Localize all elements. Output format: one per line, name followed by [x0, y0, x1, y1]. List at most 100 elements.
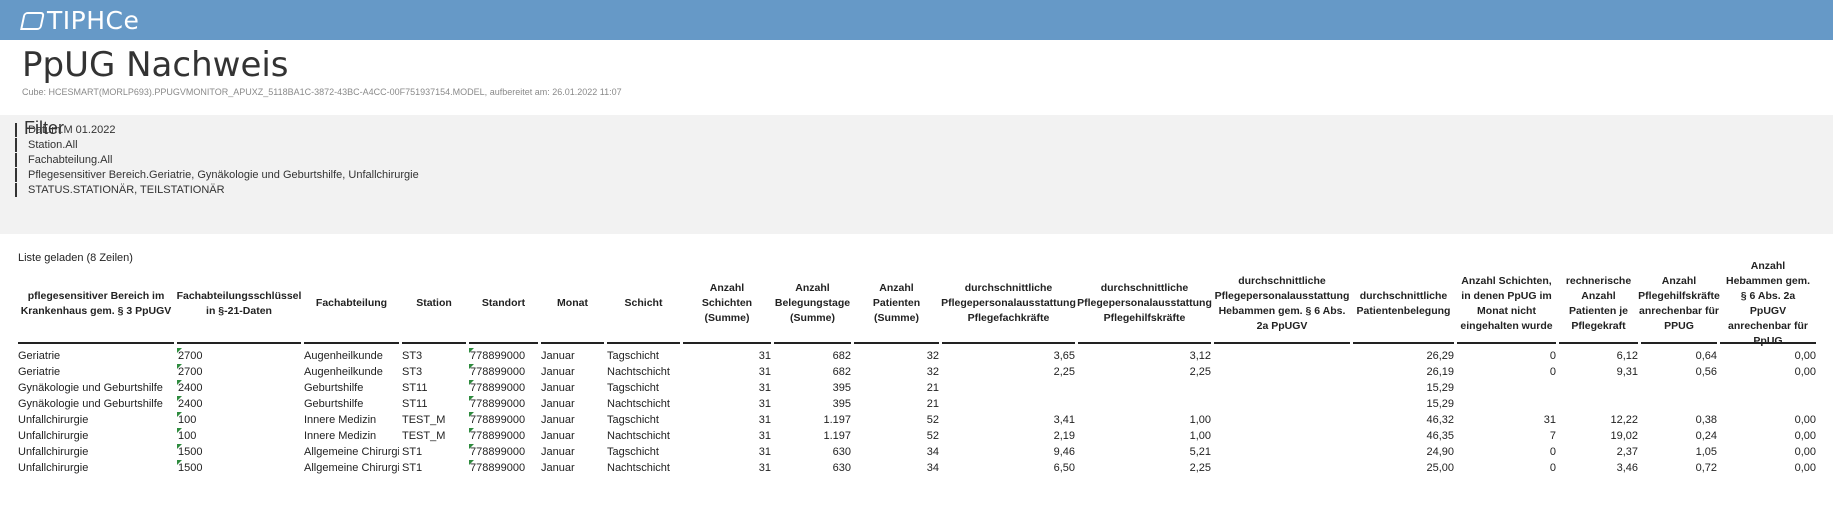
- filter-item-datum[interactable]: Datum.M 01.2022: [15, 123, 115, 137]
- table-cell-schicht: Nachtschicht: [607, 366, 670, 378]
- table-cell-monat: Januar: [541, 414, 575, 426]
- table-cell-hebammen-anrechenbar: 0,00: [1794, 414, 1816, 426]
- table-cell-fachabteilung: Augenheilkunde: [304, 366, 383, 378]
- table-cell-patienten-je-pflegekraft: [1559, 396, 1638, 412]
- table-cell-anzahl-patienten: 21: [926, 382, 939, 394]
- table-cell-belegungstage: 1.197: [823, 430, 851, 442]
- app-logo[interactable]: TIPHCe: [20, 6, 139, 35]
- table-cell-schichten-nicht-eingehalten: 0: [1549, 366, 1556, 378]
- column-header-pflegefachkraefte[interactable]: durchschnittliche Pflegepersonalausstatt…: [941, 265, 1076, 344]
- table-cell-schicht: Tagschicht: [607, 446, 659, 458]
- table-cell-schichten-nicht-eingehalten: 0: [1549, 462, 1556, 474]
- table-cell-hebammen: [1214, 428, 1350, 444]
- table-cell-fachabteilung: Augenheilkunde: [304, 350, 383, 362]
- column-header-anzahl-patienten[interactable]: Anzahl Patienten (Summe): [854, 265, 939, 344]
- column-header-hebammen[interactable]: durchschnittliche Pflegepersonalausstatt…: [1214, 265, 1350, 344]
- table-cell-anzahl-patienten: 52: [926, 414, 939, 426]
- column-header-fachabteilung[interactable]: Fachabteilung: [304, 265, 399, 344]
- table-cell-pflegefachkraefte: 2,25: [1053, 366, 1075, 378]
- table-cell-hebammen: [1214, 460, 1350, 476]
- table-cell-fachabteilungsschluessel: 1500: [177, 460, 302, 476]
- table-cell-patientenbelegung: 26,19: [1426, 366, 1454, 378]
- table-cell-pflegefachkraefte: [942, 380, 1075, 396]
- column-header-patientenbelegung[interactable]: durchschnittliche Patientenbelegung: [1353, 265, 1454, 344]
- table-cell-pflegehilfskraefte: 2,25: [1189, 366, 1211, 378]
- table-cell-anzahl-patienten: 34: [926, 462, 939, 474]
- table-cell-standort: 778899000: [469, 396, 539, 412]
- table-cell-fachabteilung: Geburtshilfe: [304, 398, 364, 410]
- filter-item-fachabteilung[interactable]: Fachabteilung.All: [15, 153, 112, 167]
- column-header-station[interactable]: Station: [402, 265, 466, 344]
- table-cell-schichten-nicht-eingehalten: [1457, 380, 1556, 396]
- table-cell-anzahl-patienten: 52: [926, 430, 939, 442]
- table-cell-standort: 778899000: [469, 412, 539, 428]
- table-cell-schicht: Tagschicht: [607, 350, 659, 362]
- column-header-schichten-nicht-eingehalten[interactable]: Anzahl Schichten, in denen PpUG im Monat…: [1457, 265, 1556, 344]
- column-header-monat[interactable]: Monat: [541, 265, 604, 344]
- table-cell-anzahl-schichten: 31: [758, 382, 771, 394]
- table-cell-patienten-je-pflegekraft: 3,46: [1616, 462, 1638, 474]
- table-cell-schicht: Tagschicht: [607, 414, 659, 426]
- table-cell-fachabteilungsschluessel: 2700: [177, 364, 302, 380]
- column-header-fachabteilungsschluessel[interactable]: Fachabteilungsschlüssel in §-21-Daten: [177, 265, 301, 344]
- table-cell-monat: Januar: [541, 350, 575, 362]
- table-cell-station: ST3: [402, 366, 423, 378]
- table-cell-pflegehilfskraefte: 1,00: [1189, 414, 1211, 426]
- column-header-bereich[interactable]: pflegesensitiver Bereich im Krankenhaus …: [18, 265, 174, 344]
- table-cell-schichten-nicht-eingehalten: 0: [1549, 446, 1556, 458]
- filter-item-station[interactable]: Station.All: [15, 138, 78, 152]
- column-header-pflegehilfskraefte-anrechenbar[interactable]: Anzahl Pflegehilfskräfte anrechenbar für…: [1638, 265, 1720, 344]
- table-cell-bereich: Geriatrie: [18, 366, 61, 378]
- table-cell-pflegehilfskraefte: 5,21: [1189, 446, 1211, 458]
- column-header-patienten-je-pflegekraft[interactable]: rechnerische Anzahl Patienten je Pflegek…: [1559, 265, 1638, 344]
- column-header-standort[interactable]: Standort: [469, 265, 538, 344]
- table-cell-belegungstage: 395: [832, 382, 851, 394]
- table-cell-bereich: Gynäkologie und Geburtshilfe: [18, 398, 163, 410]
- table-cell-station: ST3: [402, 350, 423, 362]
- table-cell-pflegefachkraefte: 3,41: [1053, 414, 1075, 426]
- column-header-schicht[interactable]: Schicht: [607, 265, 680, 344]
- table-cell-hebammen-anrechenbar: 0,00: [1794, 446, 1816, 458]
- table-cell-hebammen: [1214, 444, 1350, 460]
- table-cell-fachabteilung: Allgemeine Chirurgie: [304, 446, 399, 458]
- table-cell-patientenbelegung: 26,29: [1426, 350, 1454, 362]
- table-cell-monat: Januar: [541, 446, 575, 458]
- filter-item-pflegesensitiver-bereich[interactable]: Pflegesensitiver Bereich.Geriatrie, Gynä…: [15, 168, 419, 182]
- table-cell-pflegehilfskraefte-anrechenbar: 1,05: [1695, 446, 1717, 458]
- column-header-hebammen-anrechenbar[interactable]: Anzahl Hebammen gem. § 6 Abs. 2a PpUGV a…: [1720, 260, 1816, 347]
- table-cell-bereich: Unfallchirurgie: [18, 414, 89, 426]
- column-header-pflegehilfskraefte[interactable]: durchschnittliche Pflegepersonalausstatt…: [1077, 265, 1212, 344]
- table-cell-schicht: Nachtschicht: [607, 398, 670, 410]
- table-cell-patientenbelegung: 15,29: [1426, 382, 1454, 394]
- table-cell-hebammen-anrechenbar: 0,00: [1794, 350, 1816, 362]
- table-cell-bereich: Unfallchirurgie: [18, 430, 89, 442]
- table-cell-fachabteilung: Geburtshilfe: [304, 382, 364, 394]
- table-cell-anzahl-patienten: 34: [926, 446, 939, 458]
- filter-panel: Filter Datum.M 01.2022 Station.All Facha…: [0, 115, 1833, 234]
- table-cell-standort: 778899000: [469, 428, 539, 444]
- table-cell-anzahl-patienten: 32: [926, 366, 939, 378]
- column-header-anzahl-schichten[interactable]: Anzahl Schichten (Summe): [683, 265, 771, 344]
- table-cell-hebammen: [1214, 412, 1350, 428]
- table-cell-monat: Januar: [541, 398, 575, 410]
- table-cell-schicht: Tagschicht: [607, 382, 659, 394]
- table-cell-hebammen: [1214, 348, 1350, 364]
- table-cell-monat: Januar: [541, 462, 575, 474]
- table-cell-anzahl-schichten: 31: [758, 414, 771, 426]
- table-cell-patientenbelegung: 15,29: [1426, 398, 1454, 410]
- filter-item-status[interactable]: STATUS.STATIONÄR, TEILSTATIONÄR: [15, 183, 225, 197]
- table-cell-anzahl-schichten: 31: [758, 446, 771, 458]
- table-cell-bereich: Gynäkologie und Geburtshilfe: [18, 382, 163, 394]
- table-cell-pflegehilfskraefte-anrechenbar: 0,24: [1695, 430, 1717, 442]
- table-cell-standort: 778899000: [469, 364, 539, 380]
- table-cell-hebammen-anrechenbar: 0,00: [1794, 462, 1816, 474]
- table-cell-fachabteilungsschluessel: 100: [177, 412, 302, 428]
- table-cell-pflegehilfskraefte: [1078, 380, 1211, 396]
- table-cell-bereich: Unfallchirurgie: [18, 462, 89, 474]
- table-cell-belegungstage: 682: [832, 366, 851, 378]
- table-cell-schichten-nicht-eingehalten: 7: [1549, 430, 1556, 442]
- table-cell-pflegehilfskraefte-anrechenbar: 0,64: [1695, 350, 1717, 362]
- table-cell-station: TEST_M: [402, 430, 446, 442]
- column-header-belegungstage[interactable]: Anzahl Belegungstage (Summe): [774, 265, 851, 344]
- table-cell-bereich: Geriatrie: [18, 350, 61, 362]
